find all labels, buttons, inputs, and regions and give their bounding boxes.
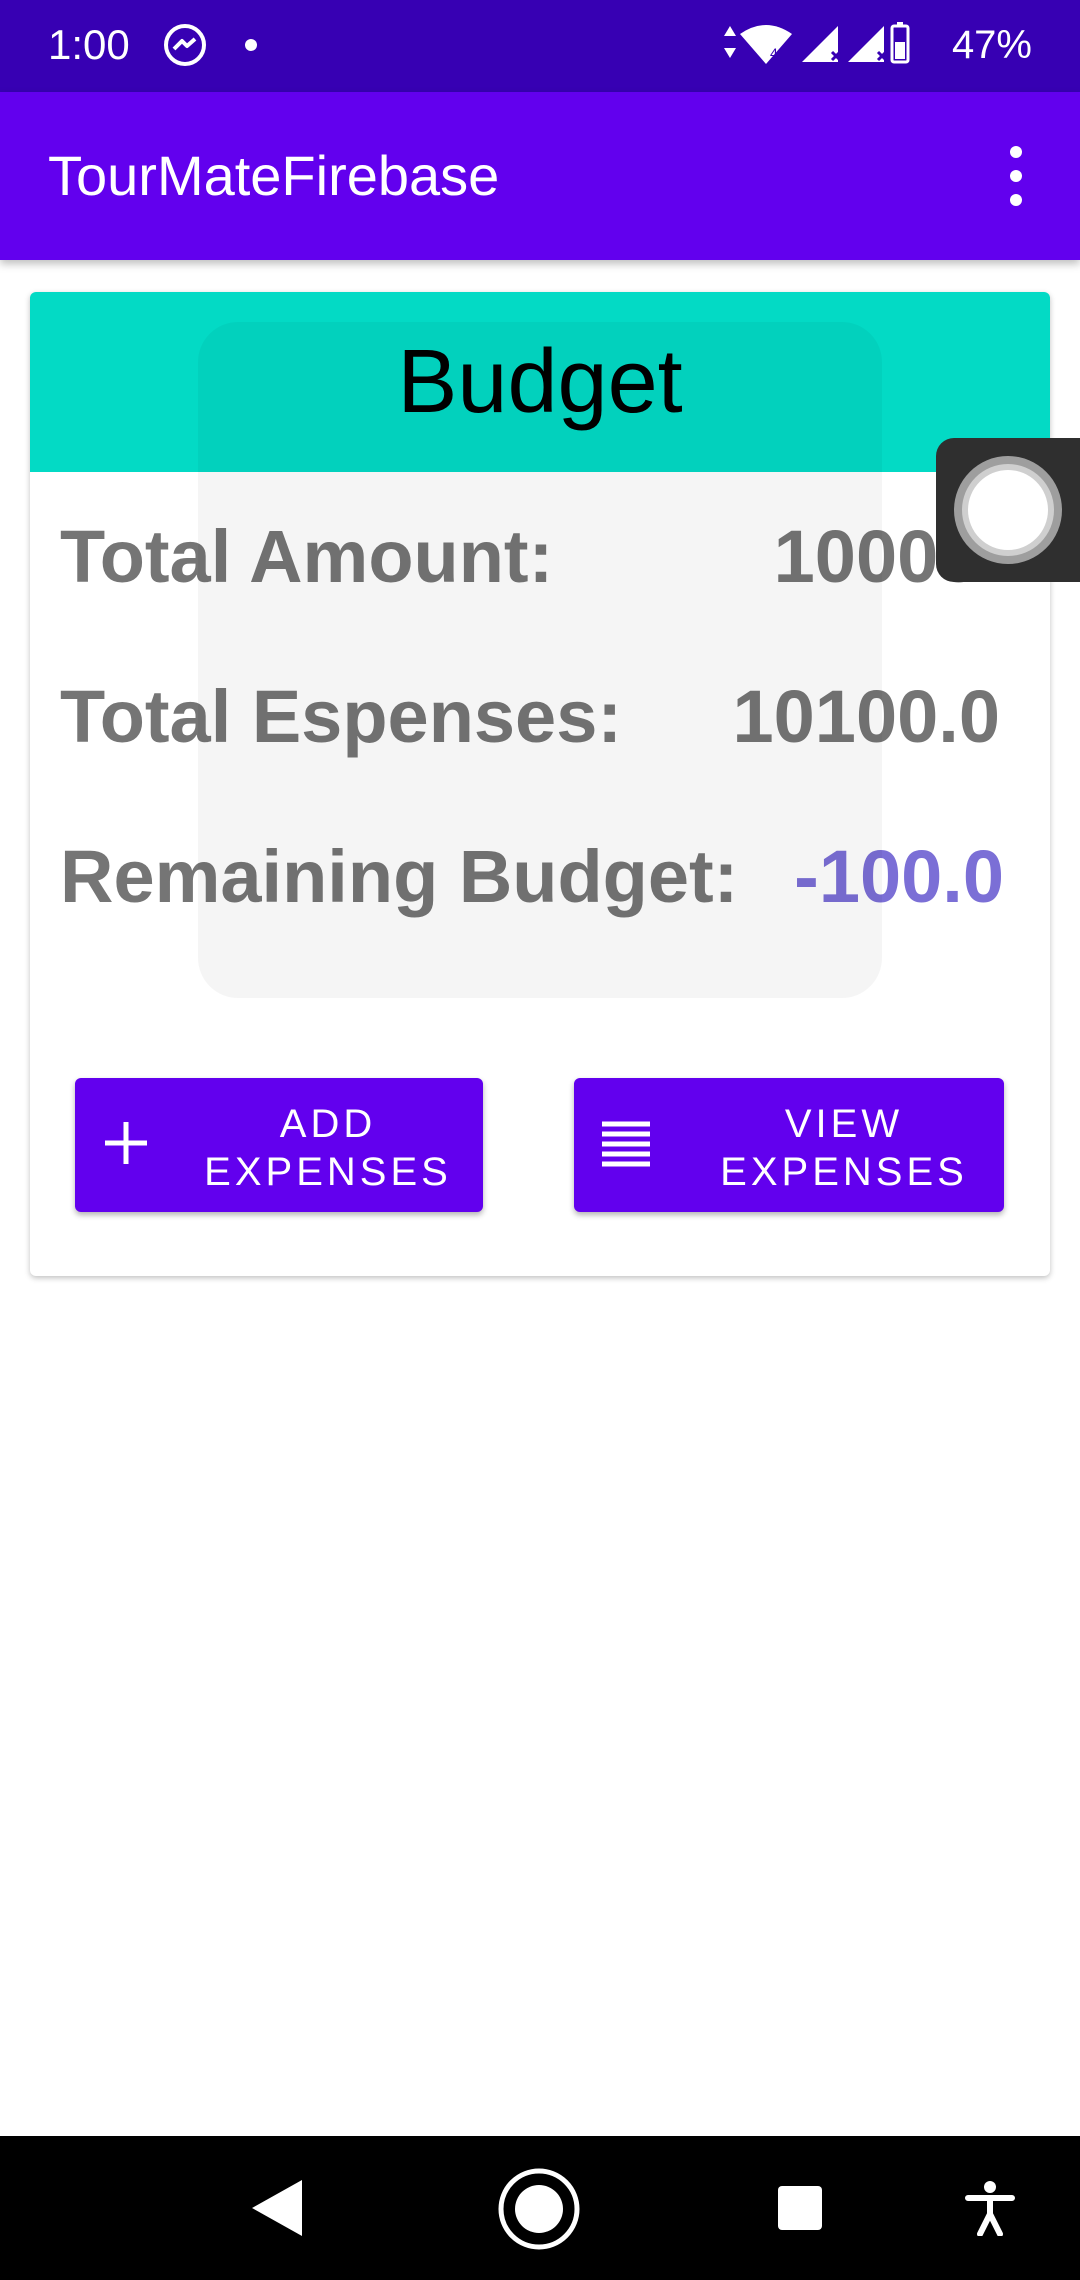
svg-text:4: 4 <box>770 45 778 61</box>
view-expenses-line2: EXPENSES <box>720 1150 968 1194</box>
status-icons: 4 <box>720 18 910 74</box>
list-icon <box>600 1118 652 1175</box>
view-expenses-button[interactable]: VIEW EXPENSES <box>574 1078 1004 1212</box>
budget-header: Budget <box>30 292 1050 472</box>
budget-card: Budget Total Amount: 10000. Total Espens… <box>30 292 1050 1276</box>
total-expenses-label: Total Espenses: <box>60 675 623 758</box>
nav-bar <box>0 2136 1080 2280</box>
battery-percent: 47% <box>951 23 1032 67</box>
add-expenses-button[interactable]: ADD EXPENSES <box>75 1078 483 1212</box>
back-button[interactable] <box>246 2176 306 2245</box>
view-expenses-label: VIEW EXPENSES <box>704 1100 984 1196</box>
remaining-budget-value: -100.0 <box>794 835 1004 918</box>
add-expenses-line2: EXPENSES <box>204 1150 452 1194</box>
back-icon <box>252 2180 302 2236</box>
status-time: 1:00 <box>48 21 130 68</box>
view-expenses-line1: VIEW <box>784 1102 904 1146</box>
accessibility-icon <box>965 2181 1015 2237</box>
recents-icon <box>778 2186 822 2230</box>
plus-icon <box>101 1118 151 1173</box>
home-icon <box>498 2168 580 2250</box>
assistive-touch-button[interactable] <box>936 438 1080 582</box>
add-expenses-label: ADD EXPENSES <box>193 1100 463 1196</box>
assistive-touch-icon <box>954 456 1062 564</box>
more-vert-icon <box>1010 146 1022 206</box>
battery-icon <box>890 22 910 64</box>
messenger-icon <box>162 22 208 73</box>
data-arrows-icon <box>724 26 736 58</box>
total-amount-label: Total Amount: <box>60 515 554 598</box>
add-expenses-line1: ADD <box>279 1102 377 1146</box>
wifi-icon: 4 <box>740 25 792 64</box>
status-bar: 1:00 4 47% <box>0 0 1080 92</box>
remaining-budget-label: Remaining Budget: <box>60 835 739 918</box>
recents-button[interactable] <box>776 2184 824 2237</box>
home-button[interactable] <box>496 2166 582 2257</box>
overflow-menu-button[interactable] <box>980 138 1052 214</box>
notification-dot-icon <box>244 38 258 57</box>
signal-icon <box>802 26 842 62</box>
total-expenses-value: 10100.0 <box>732 675 1001 758</box>
accessibility-button[interactable] <box>964 2180 1016 2241</box>
signal-icon <box>848 26 888 62</box>
app-bar: TourMateFirebase <box>0 92 1080 260</box>
app-title: TourMateFirebase <box>48 144 500 207</box>
